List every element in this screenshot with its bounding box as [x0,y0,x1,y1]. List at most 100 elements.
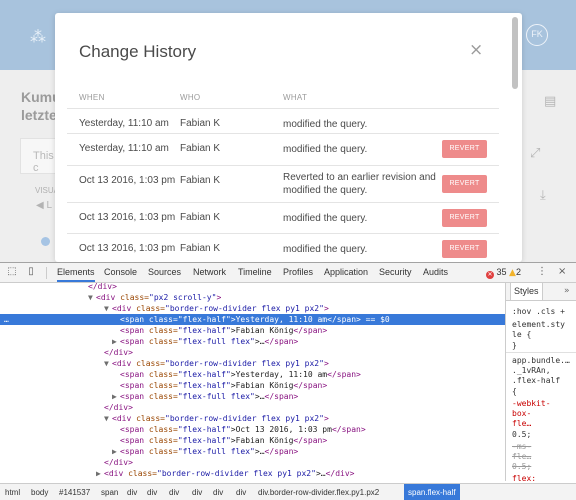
expand-icon[interactable]: ⤢ [530,146,540,161]
tab-sources[interactable]: Sources [148,263,181,282]
more-options-icon[interactable]: ⋮ [537,266,547,277]
breadcrumb-item[interactable]: div [169,484,179,500]
column-who: WHO [180,93,201,102]
breadcrumb-item[interactable]: span.flex-half [404,484,460,500]
dom-tag: <span [120,447,149,456]
tab-profiles[interactable]: Profiles [283,263,313,282]
disclosure-triangle-icon[interactable]: ▼ [88,292,96,303]
dom-node[interactable]: </div> [0,457,505,468]
dom-node[interactable]: ▼ <div class="border-row-divider flex py1… [0,413,505,424]
tab-network[interactable]: Network [193,263,226,282]
download-icon[interactable]: ⤓ [540,188,546,203]
node-actions-icon[interactable]: … [4,314,9,325]
revert-button[interactable]: REVERT [442,240,487,258]
modal-title: Change History [79,42,197,61]
disclosure-triangle-icon[interactable]: ▶ [96,468,104,479]
history-when: Oct 13 2016, 1:03 pm [79,212,176,223]
dom-attribute-value: "flex-half" [177,425,231,434]
breadcrumb-item[interactable]: div [127,484,137,500]
user-avatar[interactable]: FK [526,24,548,46]
disclosure-triangle-icon[interactable]: ▶ [112,336,120,347]
scrollbar-thumb[interactable] [512,17,518,89]
tab-console[interactable]: Console [104,263,137,282]
disclosure-triangle-icon[interactable]: ▶ [112,446,120,457]
tab-application[interactable]: Application [324,263,368,282]
breadcrumb-item[interactable]: div.border-row-divider.flex.py1.px2 [258,484,379,500]
dom-node[interactable]: </div> [0,347,505,358]
list-icon[interactable]: ▤ [544,94,556,109]
styles-filter[interactable]: :hov .cls + [512,307,565,316]
disclosure-triangle-icon[interactable]: ▼ [104,358,112,369]
disclosure-triangle-icon[interactable]: ▶ [112,391,120,402]
tab-timeline[interactable]: Timeline [238,263,272,282]
column-when: WHEN [79,93,105,102]
breadcrumb-item[interactable]: div [236,484,246,500]
revert-button[interactable]: REVERT [442,140,487,158]
breadcrumb-item[interactable]: div [192,484,202,500]
dom-node[interactable]: … <span class="flex-half">Yesterday, 11:1… [0,314,505,325]
dom-tag-close: </span> [327,370,361,379]
app-logo-icon[interactable]: ⁂ [30,27,48,46]
error-warning-counter[interactable]: ✕ 35 ▲2 [486,267,521,279]
style-line: fle… [512,419,532,428]
dom-node[interactable]: ▶<div class="border-row-divider flex py1… [0,468,505,479]
history-who: Fabian K [180,212,221,223]
dom-node[interactable]: </div> [0,402,505,413]
dom-node[interactable]: <span class="flex-half">Fabian König</sp… [0,380,505,391]
revert-button[interactable]: REVERT [442,175,487,193]
disclosure-triangle-icon[interactable]: ▼ [104,413,112,424]
tab-security[interactable]: Security [379,263,412,282]
dom-attribute-value: "flex-half" [177,381,231,390]
tab-audits[interactable]: Audits [423,263,448,282]
dom-attribute: class= [136,304,165,313]
modal-scrollbar[interactable] [510,13,520,262]
dom-tag: <span [120,381,149,390]
revert-button[interactable]: REVERT [442,209,487,227]
dom-node[interactable]: <span class="flex-half">Fabian König</sp… [0,325,505,336]
device-toolbar-icon[interactable]: ▯ [25,266,37,278]
inspect-element-icon[interactable]: ⬚ [6,266,18,278]
dom-tag: <div [96,293,121,302]
breadcrumb-item[interactable]: html [5,484,20,500]
disclosure-triangle-icon[interactable]: ▼ [104,303,112,314]
history-row: Oct 13 2016, 1:03 pm Fabian K modified the… [67,202,499,233]
close-icon[interactable]: × [469,40,483,60]
close-devtools-icon[interactable]: × [558,266,566,277]
dom-tag: </div> [88,283,117,291]
dom-node[interactable]: <span class="flex-half">Yesterday, 11:10… [0,369,505,380]
dom-text: >… [254,337,265,346]
history-what: Reverted to an earlier revision and modi… [283,172,436,196]
breadcrumb-item[interactable]: span [101,484,118,500]
dom-node[interactable]: <span class="flex-half">Oct 13 2016, 1:0… [0,424,505,435]
column-what: WHAT [283,93,308,102]
description-card: This c [20,138,60,174]
dom-text: >Oct 13 2016, 1:03 pm [230,425,332,434]
dom-node[interactable]: </div> [0,283,505,292]
dom-node[interactable]: ▼ <div class="px2 scroll-y"> [0,292,505,303]
dom-text: >Fabian König [230,436,294,445]
tab-styles[interactable]: Styles [510,283,543,300]
more-tabs-icon[interactable]: » [564,286,570,296]
dom-attribute: class= [148,436,178,445]
breadcrumb-item[interactable]: #141537 [59,484,90,500]
dom-tag: <span [120,315,149,324]
dom-tag: </div> [104,403,133,412]
dom-attribute-value: "border-row-divider flex py1 px2" [157,480,316,481]
tab-elements[interactable]: Elements [57,263,95,282]
dom-attribute: class= [136,359,165,368]
dom-node[interactable]: ▶ <span class="flex-full flex">…</span> [0,391,505,402]
dom-tag: <span [120,436,149,445]
back-link[interactable]: ◀ L [36,200,52,211]
breadcrumb-item[interactable]: body [31,484,48,500]
dom-node[interactable]: ▼ <div class="border-row-divider flex py1… [0,358,505,369]
history-what: modified the query. [283,144,368,155]
dom-node[interactable]: ▶<div class="border-row-divider flex py1… [0,479,505,481]
dom-node[interactable]: ▶ <span class="flex-full flex">…</span> [0,336,505,347]
breadcrumb-item[interactable]: div [147,484,157,500]
dom-node[interactable]: <span class="flex-half">Fabian König</sp… [0,435,505,446]
dom-node[interactable]: ▼ <div class="border-row-divider flex py1… [0,303,505,314]
breadcrumb-item[interactable]: div [213,484,223,500]
dom-node[interactable]: ▶ <span class="flex-full flex">…</span> [0,446,505,457]
disclosure-triangle-icon[interactable]: ▶ [96,479,104,481]
dom-text: >… [316,480,326,481]
